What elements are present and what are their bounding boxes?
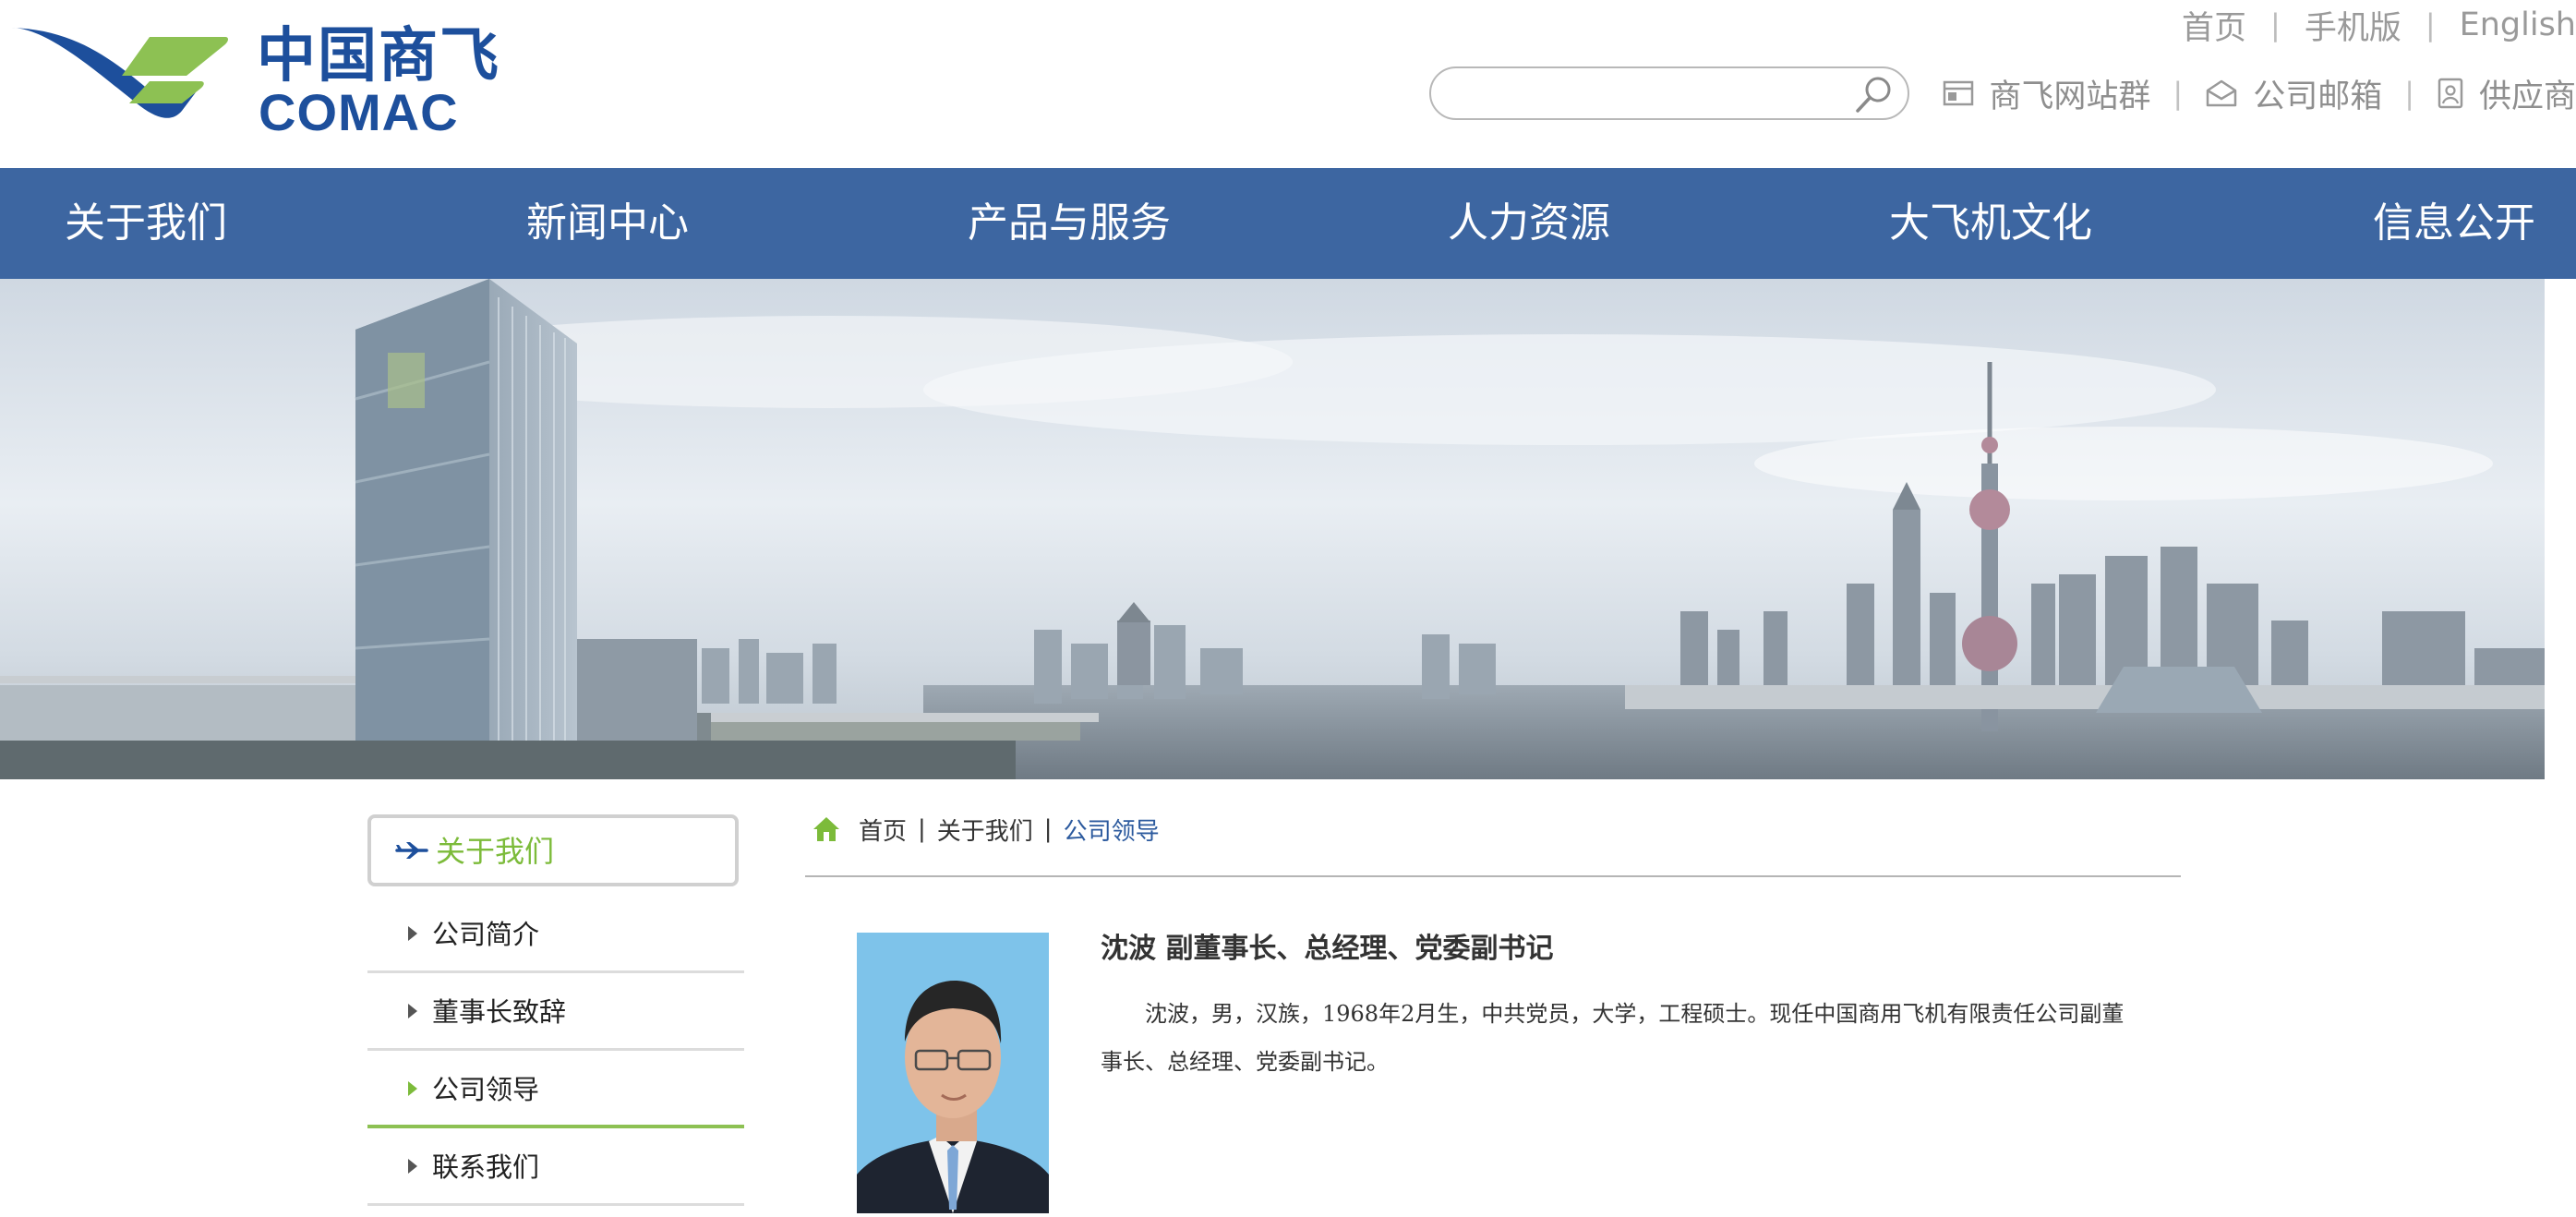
sidebar-item-company-leaders[interactable]: 公司领导: [367, 1051, 744, 1128]
sidebar-item-company-intro[interactable]: 公司简介: [367, 896, 744, 973]
quick-link-label: 商飞网站群: [1989, 78, 2151, 115]
sidebar-item-label: 联系我们: [432, 1151, 540, 1183]
breadcrumb-current[interactable]: 公司领导: [1064, 813, 1160, 847]
caret-right-icon: [408, 1159, 417, 1174]
quick-link-website-group[interactable]: 商飞网站群: [1943, 70, 2150, 117]
portrait-illustration: [857, 933, 1049, 1213]
search-icon[interactable]: [1850, 74, 1895, 114]
nav-item-hr[interactable]: 人力资源: [1448, 168, 1610, 279]
supplier-icon: [2438, 78, 2463, 109]
top-link-separator: |: [2425, 7, 2436, 42]
sidebar-heading-box: 关于我们: [367, 814, 739, 886]
website-group-icon: [1944, 80, 1974, 106]
top-link-home[interactable]: 首页: [2182, 2, 2246, 49]
nav-item-news[interactable]: 新闻中心: [526, 168, 689, 279]
nav-item-culture[interactable]: 大飞机文化: [1889, 168, 2092, 279]
shanghai-skyline-illustration: [0, 279, 2545, 779]
mail-icon: [2206, 79, 2237, 107]
sidebar-item-contact-us[interactable]: 联系我们: [367, 1128, 744, 1206]
leader-portrait-photo: [857, 933, 1049, 1213]
site-header: 中国商飞 COMAC 首页 | 手机版 | English 商飞网站群 | 公司…: [0, 0, 2576, 168]
breadcrumb-divider: [805, 875, 2181, 877]
caret-right-icon: [408, 926, 417, 941]
sidebar-heading: 关于我们: [436, 834, 555, 869]
hero-banner-image: [0, 279, 2545, 779]
breadcrumb-separator: |: [1043, 815, 1053, 843]
breadcrumb-home[interactable]: 首页: [859, 813, 907, 847]
nav-item-disclosure[interactable]: 信息公开: [2373, 168, 2535, 279]
top-links: 首页 | 手机版 | English: [2182, 2, 2576, 48]
airplane-icon: [395, 842, 428, 859]
search-input[interactable]: [1450, 76, 1837, 111]
leader-title: 沈波 副董事长、总经理、党委副书记: [1101, 933, 1554, 965]
logo-chinese-name: 中国商飞: [257, 22, 500, 90]
sidebar-item-label: 公司领导: [432, 1074, 540, 1105]
quick-link-separator: |: [2404, 76, 2414, 111]
sidebar-item-label: 董事长致辞: [432, 996, 567, 1028]
search-box: [1429, 66, 1909, 120]
quick-link-label: 公司邮箱: [2253, 78, 2383, 115]
top-link-english[interactable]: English: [2460, 6, 2576, 43]
sidebar-item-chairman-address[interactable]: 董事长致辞: [367, 973, 744, 1051]
breadcrumb-separator: |: [918, 815, 926, 843]
leader-bio: 沈波，男，汉族，1968年2月生，中共党员，大学，工程硕士。现任中国商用飞机有限…: [1101, 1001, 2125, 1075]
sidebar-item-label: 公司简介: [432, 919, 540, 950]
nav-item-about[interactable]: 关于我们: [65, 168, 227, 279]
comac-logo[interactable]: 中国商飞 COMAC: [11, 18, 499, 140]
home-icon: [813, 817, 839, 841]
quick-link-supplier[interactable]: 供应商: [2437, 70, 2576, 117]
quick-link-mail[interactable]: 公司邮箱: [2205, 70, 2382, 117]
quick-links: 商飞网站群 | 公司邮箱 | 供应商: [1943, 66, 2576, 120]
breadcrumb: 首页 | 关于我们 | 公司领导: [813, 809, 1160, 849]
top-link-separator: |: [2270, 7, 2281, 42]
quick-link-label: 供应商: [2478, 78, 2576, 115]
quick-link-separator: |: [2173, 76, 2184, 111]
logo-english-name: COMAC: [259, 83, 459, 141]
nav-item-products[interactable]: 产品与服务: [968, 168, 1171, 279]
main-nav: 关于我们 新闻中心 产品与服务 人力资源 大飞机文化 信息公开: [0, 168, 2576, 279]
caret-right-icon: [408, 1081, 417, 1096]
top-link-mobile[interactable]: 手机版: [2305, 2, 2401, 49]
breadcrumb-section[interactable]: 关于我们: [937, 813, 1033, 847]
comac-logo-mark-icon: [11, 28, 228, 118]
caret-right-icon: [408, 1004, 417, 1018]
